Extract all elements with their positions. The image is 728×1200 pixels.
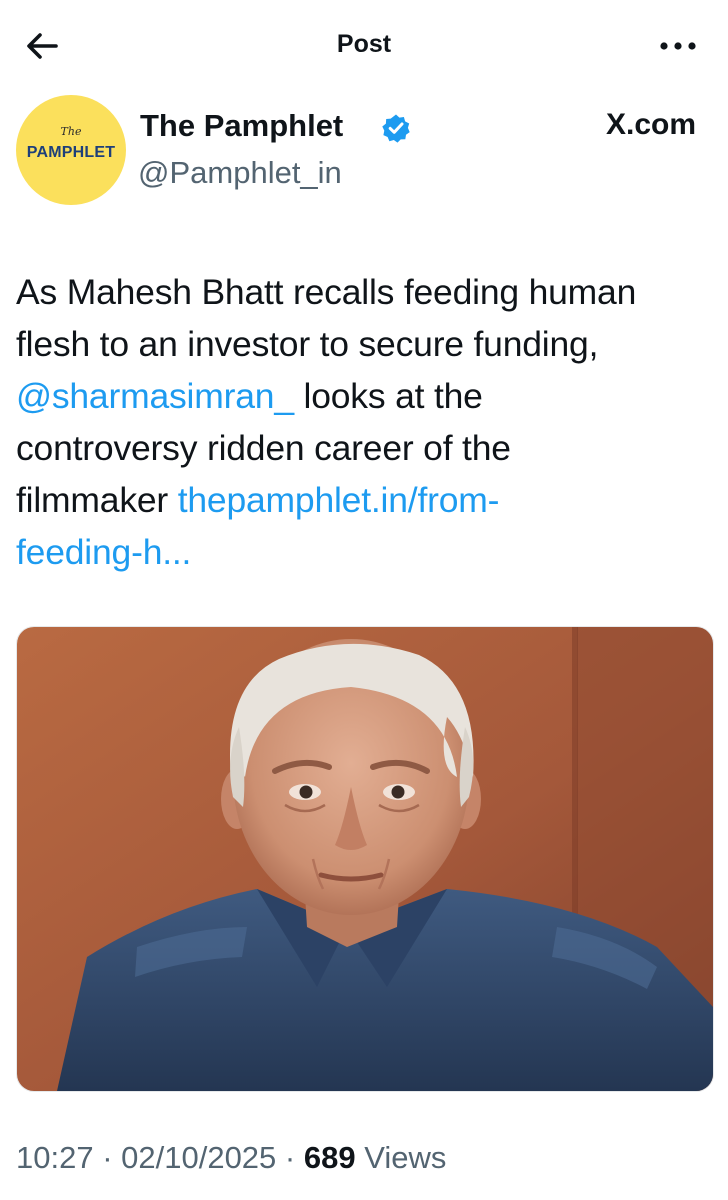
mention-link[interactable]: @sharmasimran_ (16, 376, 294, 416)
source-label: X.com (605, 108, 696, 141)
page-title: Post (336, 30, 392, 58)
top-navigation-bar: Post (0, 0, 728, 92)
author-handle[interactable]: @Pamphlet_in (138, 155, 342, 191)
more-options-button[interactable] (658, 38, 698, 54)
tweet-text-line: filmmaker thepamphlet.in/from- (16, 474, 716, 526)
post-date: 02/10/2025 (121, 1140, 277, 1175)
tweet-text: As Mahesh Bhatt recalls feeding human fl… (16, 266, 716, 578)
avatar-logo-the: The (60, 125, 82, 138)
views-label: Views (355, 1140, 447, 1175)
tweet-text-line: @sharmasimran_ looks at the (16, 370, 716, 422)
tweet-text-line: controversy ridden career of the (16, 428, 511, 468)
tweet-text-line: flesh to an investor to secure funding, (16, 324, 599, 364)
meta-separator: · (93, 1140, 122, 1175)
post-time: 10:27 (16, 1140, 94, 1175)
meta-separator: · (276, 1140, 304, 1175)
article-link-continued[interactable]: feeding-h... (16, 532, 191, 572)
post-detail-screen: Post The PAMPHLET The Pamphlet @Pamphlet… (0, 0, 728, 1200)
tweet-text-fragment: filmmaker (16, 480, 178, 520)
verified-badge-icon (381, 113, 411, 143)
author-avatar[interactable]: The PAMPHLET (16, 95, 126, 205)
author-name[interactable]: The Pamphlet (140, 108, 343, 144)
article-link[interactable]: thepamphlet.in/from- (178, 480, 500, 520)
views-count[interactable]: 689 (304, 1140, 356, 1175)
tweet-photo[interactable] (16, 626, 714, 1092)
tweet-text-line: As Mahesh Bhatt recalls feeding human (16, 272, 637, 312)
more-horizontal-icon (660, 42, 696, 50)
tweet-text-line: feeding-h... (16, 526, 716, 578)
portrait-illustration (17, 627, 713, 1091)
tweet-text-fragment: looks at the (293, 376, 483, 416)
avatar-logo-word: PAMPHLET (26, 144, 116, 161)
post-metadata: 10:27 · 02/10/2025 · 689 Views (16, 1140, 446, 1176)
